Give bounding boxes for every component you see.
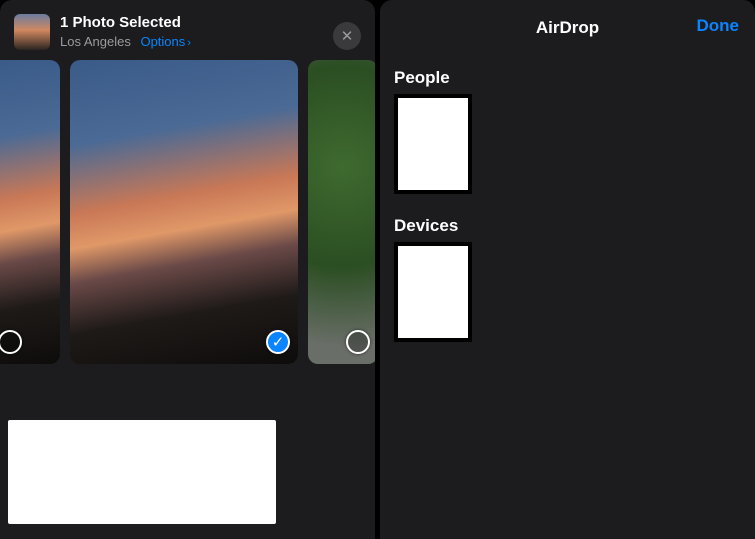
close-icon: ✕: [341, 27, 354, 45]
done-button[interactable]: Done: [697, 16, 740, 36]
photo-thumbnail[interactable]: [0, 60, 60, 364]
share-subtitle: Los Angeles Options›: [60, 34, 361, 49]
share-sheet: 1 Photo Selected Los Angeles Options› ✕ …: [0, 0, 375, 539]
share-options-link[interactable]: Options›: [140, 34, 190, 49]
airdrop-panel: AirDrop Done People Devices: [380, 0, 755, 539]
airdrop-header: AirDrop Done: [380, 0, 755, 56]
airdrop-devices-label: Devices: [380, 204, 755, 242]
share-header: 1 Photo Selected Los Angeles Options› ✕: [0, 0, 375, 60]
selected-photo-thumb: [14, 14, 50, 50]
check-icon: ✓: [272, 333, 285, 351]
airdrop-device-tile[interactable]: [394, 242, 472, 342]
airdrop-people-section: People: [380, 56, 755, 194]
airdrop-devices-section: Devices: [380, 204, 755, 342]
share-title: 1 Photo Selected: [60, 14, 361, 32]
chevron-right-icon: ›: [187, 37, 191, 49]
selection-circle-unselected[interactable]: [346, 330, 370, 354]
share-location: Los Angeles: [60, 34, 131, 49]
selection-circle-unselected[interactable]: [0, 330, 22, 354]
airdrop-person-tile[interactable]: [394, 94, 472, 194]
share-options-label: Options: [140, 34, 185, 49]
airdrop-people-label: People: [380, 56, 755, 94]
airdrop-title: AirDrop: [536, 18, 599, 38]
share-actions-placeholder: [8, 420, 276, 524]
close-button[interactable]: ✕: [333, 22, 361, 50]
selection-circle-selected[interactable]: ✓: [266, 330, 290, 354]
photo-thumbnail[interactable]: [308, 60, 375, 364]
photo-thumbnail-selected[interactable]: ✓: [70, 60, 298, 364]
share-titles: 1 Photo Selected Los Angeles Options›: [60, 14, 361, 49]
photo-strip[interactable]: ✓: [0, 60, 375, 370]
